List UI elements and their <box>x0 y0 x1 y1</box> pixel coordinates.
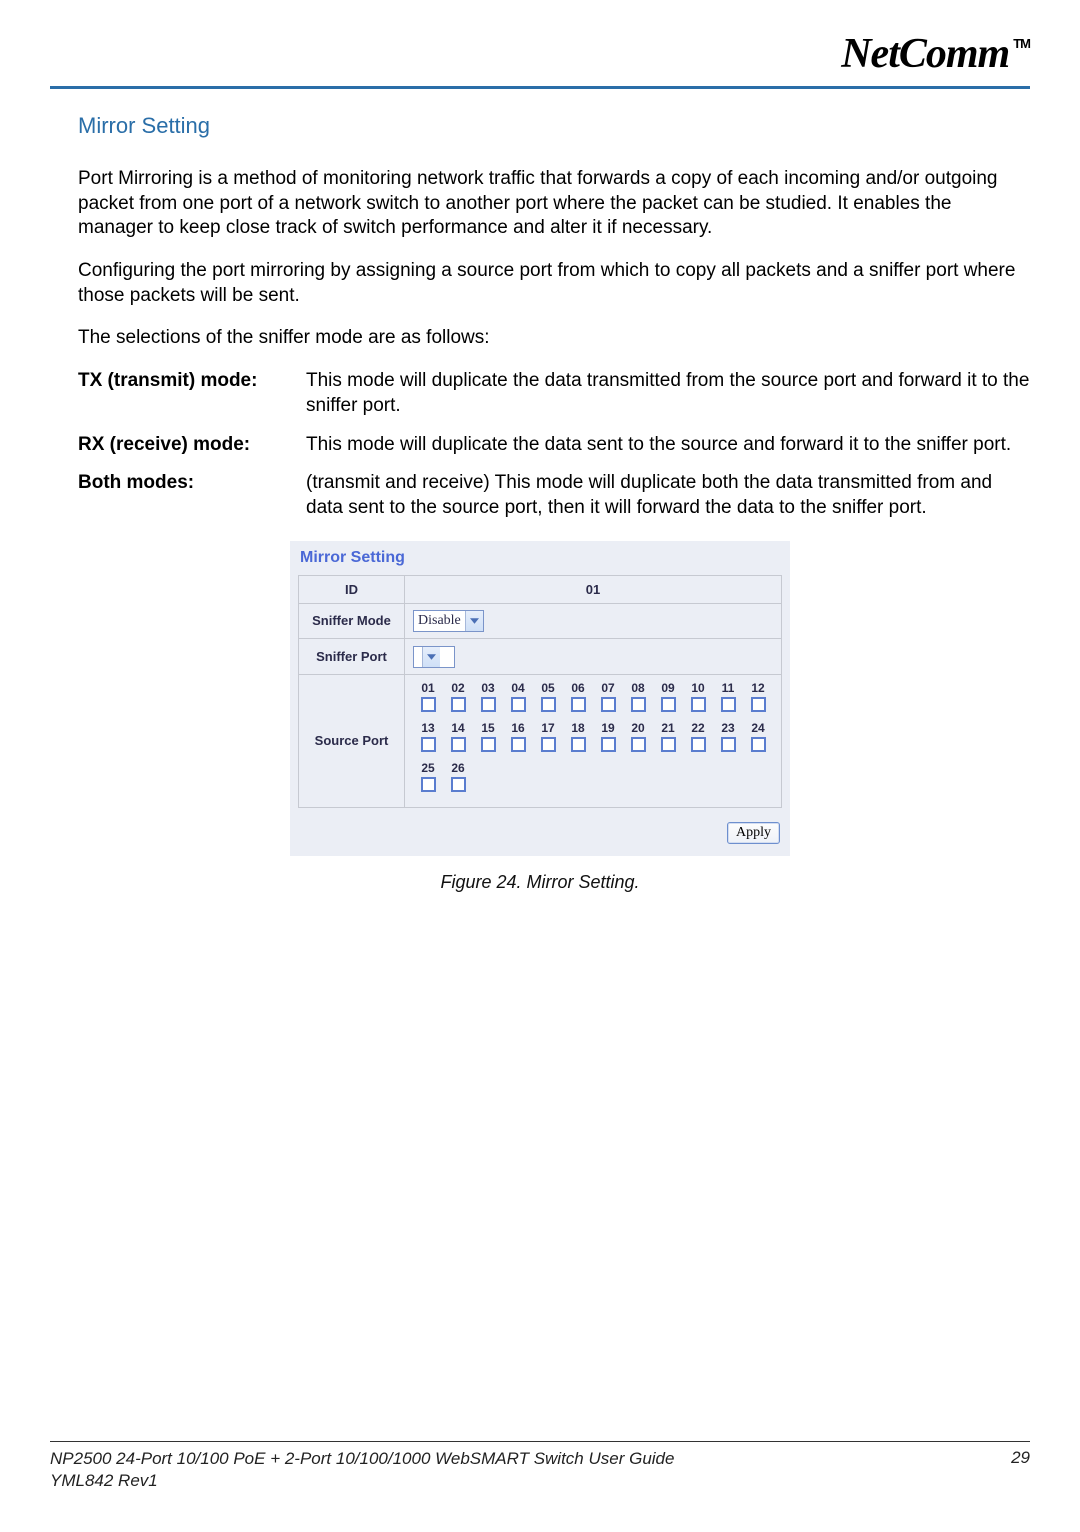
port-number: 24 <box>743 721 773 735</box>
source-port-checkbox[interactable] <box>451 697 466 712</box>
source-port-checkbox[interactable] <box>511 697 526 712</box>
port-number: 12 <box>743 681 773 695</box>
mode-desc-both: (transmit and receive) This mode will du… <box>306 471 1030 520</box>
port-number: 17 <box>533 721 563 735</box>
port-number: 15 <box>473 721 503 735</box>
port-number: 03 <box>473 681 503 695</box>
source-port-checkbox[interactable] <box>601 737 616 752</box>
port-number: 25 <box>413 761 443 775</box>
sniffer-mode-value: Disable <box>418 613 465 629</box>
port-number: 04 <box>503 681 533 695</box>
intro-paragraph-3: The selections of the sniffer mode are a… <box>78 326 1030 351</box>
port-number: 18 <box>563 721 593 735</box>
source-port-checkbox[interactable] <box>661 697 676 712</box>
port-number: 14 <box>443 721 473 735</box>
intro-paragraph-2: Configuring the port mirroring by assign… <box>78 259 1030 308</box>
port-number: 16 <box>503 721 533 735</box>
panel-title: Mirror Setting <box>298 547 782 575</box>
source-port-checkbox[interactable] <box>451 777 466 792</box>
header: NetComm TM <box>50 20 1030 89</box>
source-port-checkbox[interactable] <box>451 737 466 752</box>
source-port-checkbox[interactable] <box>691 697 706 712</box>
port-number: 20 <box>623 721 653 735</box>
id-value: 01 <box>405 575 782 603</box>
mode-label-rx: RX (receive) mode: <box>78 433 306 458</box>
footer-doc-rev: YML842 Rev1 <box>50 1470 674 1492</box>
config-table: ID 01 Sniffer Mode Disable Sniffer Port <box>298 575 782 808</box>
source-port-checkbox[interactable] <box>721 737 736 752</box>
id-label: ID <box>299 575 405 603</box>
port-number: 06 <box>563 681 593 695</box>
source-port-checkbox[interactable] <box>601 697 616 712</box>
figure-caption: Figure 24. Mirror Setting. <box>50 872 1030 893</box>
port-number: 19 <box>593 721 623 735</box>
port-number: 10 <box>683 681 713 695</box>
source-port-checkbox[interactable] <box>661 737 676 752</box>
sniffer-mode-select[interactable]: Disable <box>413 610 484 632</box>
source-port-checkbox[interactable] <box>421 777 436 792</box>
source-port-checkbox[interactable] <box>421 697 436 712</box>
footer-page-number: 29 <box>1011 1448 1030 1492</box>
port-number: 05 <box>533 681 563 695</box>
source-port-label: Source Port <box>299 674 405 807</box>
mode-desc-tx: This mode will duplicate the data transm… <box>306 369 1030 418</box>
brand-name: NetComm <box>841 30 1009 78</box>
port-number: 13 <box>413 721 443 735</box>
mode-row-rx: RX (receive) mode: This mode will duplic… <box>78 433 1030 458</box>
mode-row-both: Both modes: (transmit and receive) This … <box>78 471 1030 520</box>
source-port-checkbox[interactable] <box>721 697 736 712</box>
brand-tm: TM <box>1013 36 1030 51</box>
mode-label-both: Both modes: <box>78 471 306 520</box>
port-number: 21 <box>653 721 683 735</box>
source-port-checkbox[interactable] <box>631 697 646 712</box>
sniffer-mode-label: Sniffer Mode <box>299 603 405 638</box>
source-port-checkbox[interactable] <box>481 737 496 752</box>
source-port-checkbox[interactable] <box>631 737 646 752</box>
port-number: 23 <box>713 721 743 735</box>
sniffer-port-label: Sniffer Port <box>299 638 405 674</box>
port-number: 26 <box>443 761 473 775</box>
footer-guide-title: NP2500 24-Port 10/100 PoE + 2-Port 10/10… <box>50 1448 674 1470</box>
port-number: 07 <box>593 681 623 695</box>
mirror-setting-panel: Mirror Setting ID 01 Sniffer Mode Disabl… <box>290 541 790 856</box>
source-port-checkbox[interactable] <box>751 697 766 712</box>
source-port-checkbox[interactable] <box>541 737 556 752</box>
brand-logo: NetComm TM <box>841 30 1030 78</box>
mode-desc-rx: This mode will duplicate the data sent t… <box>306 433 1030 458</box>
source-port-checkbox[interactable] <box>511 737 526 752</box>
mode-row-tx: TX (transmit) mode: This mode will dupli… <box>78 369 1030 418</box>
chevron-down-icon <box>465 611 483 631</box>
chevron-down-icon <box>422 647 440 667</box>
mode-label-tx: TX (transmit) mode: <box>78 369 306 418</box>
source-port-checkbox[interactable] <box>421 737 436 752</box>
source-port-checkbox[interactable] <box>751 737 766 752</box>
intro-paragraph-1: Port Mirroring is a method of monitoring… <box>78 167 1030 241</box>
source-port-checkbox[interactable] <box>541 697 556 712</box>
section-title: Mirror Setting <box>78 113 1030 139</box>
sniffer-port-select[interactable] <box>413 646 455 668</box>
source-port-checkbox[interactable] <box>691 737 706 752</box>
source-port-cell: 010203040506070809101112 131415161718192… <box>405 674 782 807</box>
port-number: 11 <box>713 681 743 695</box>
source-port-checkbox[interactable] <box>571 737 586 752</box>
port-number: 02 <box>443 681 473 695</box>
port-number: 08 <box>623 681 653 695</box>
port-number: 01 <box>413 681 443 695</box>
page-footer: NP2500 24-Port 10/100 PoE + 2-Port 10/10… <box>50 1441 1030 1492</box>
port-number: 09 <box>653 681 683 695</box>
apply-button[interactable]: Apply <box>727 822 780 844</box>
port-number: 22 <box>683 721 713 735</box>
source-port-checkbox[interactable] <box>571 697 586 712</box>
source-port-checkbox[interactable] <box>481 697 496 712</box>
